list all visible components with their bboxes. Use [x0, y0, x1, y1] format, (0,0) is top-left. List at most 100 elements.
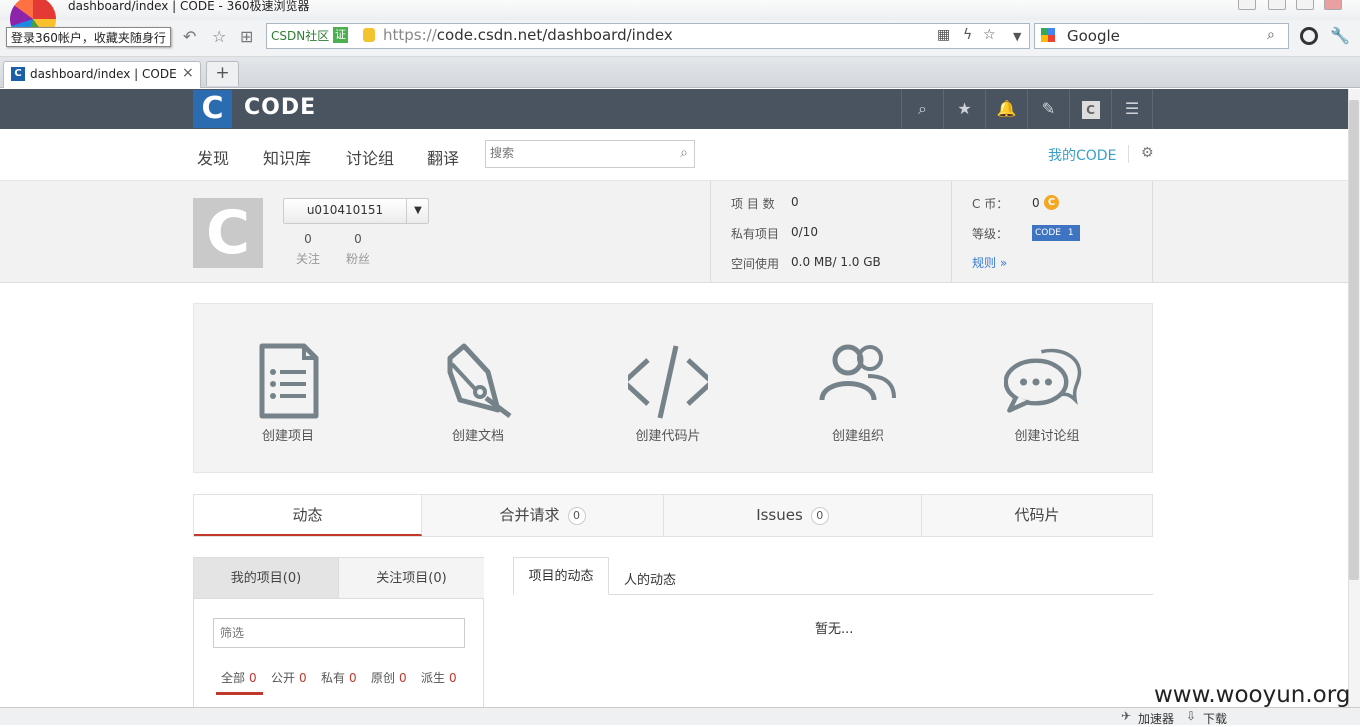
address-dropdown-icon[interactable]: ▼ [1013, 30, 1021, 43]
tab-merge-requests-label: 合并请求 [499, 506, 560, 524]
create-document-label[interactable]: 创建文档 [408, 425, 548, 444]
search-icon[interactable]: ⌕ [1267, 27, 1275, 43]
certificate-icon[interactable]: 证 [333, 27, 348, 43]
tab-merge-requests[interactable]: 合并请求 0 [422, 495, 664, 536]
space-usage-value: 0.0 MB/ 1.0 GB [791, 255, 881, 269]
address-bar[interactable]: CSDN社区 证 https://code.csdn.net/dashboard… [266, 23, 1030, 49]
wrench-menu-icon[interactable]: 🔧 [1330, 26, 1350, 45]
user-account-icon[interactable] [1300, 27, 1318, 45]
follow-label[interactable]: 关注 [288, 250, 328, 267]
search-icon[interactable]: ⌕ [680, 145, 688, 161]
tab-issues[interactable]: Issues 0 [664, 495, 922, 536]
create-organization-label[interactable]: 创建组织 [788, 425, 928, 444]
group-users-icon[interactable] [818, 342, 898, 422]
tab-issues-label: Issues [756, 506, 803, 524]
tab-snippets-label: 代码片 [1014, 506, 1060, 524]
url-scheme: https:// [383, 26, 437, 44]
nav-discover[interactable]: 发现 [197, 145, 229, 169]
level-label: 等级： [972, 227, 1009, 241]
space-usage-label: 空间使用 [731, 257, 780, 271]
user-avatar-icon[interactable]: C [1069, 89, 1111, 129]
fans-label[interactable]: 粉丝 [338, 250, 378, 267]
favorite-star-icon[interactable]: ☆ [212, 27, 226, 46]
browser-search-box[interactable]: Google ⌕ [1034, 23, 1289, 49]
nav-discussions[interactable]: 讨论组 [346, 145, 394, 169]
tab-project-activity[interactable]: 项目的动态 [513, 557, 609, 595]
url-text[interactable]: https://code.csdn.net/dashboard/index [383, 26, 673, 44]
project-count-label: 项 目 数 [731, 197, 775, 211]
url-path: code.csdn.net/dashboard/index [436, 26, 673, 44]
qr-code-icon[interactable]: ▦ [937, 27, 950, 43]
coin-label: C 币： [972, 197, 1009, 211]
filter-original[interactable]: 原创 0 [371, 669, 407, 686]
maximize-button[interactable] [1296, 0, 1314, 10]
filter-public-count: 0 [299, 671, 307, 685]
filter-public[interactable]: 公开 0 [271, 669, 307, 686]
filter-private[interactable]: 私有 0 [321, 669, 357, 686]
avatar[interactable]: C [193, 198, 263, 268]
tab-close-icon[interactable]: × [182, 65, 194, 81]
restore-icon[interactable] [1238, 0, 1256, 10]
tab-activity[interactable]: 动态 [194, 495, 422, 536]
new-tab-button[interactable]: + [206, 61, 239, 86]
profile-divider [1152, 181, 1153, 283]
nav-knowledge[interactable]: 知识库 [263, 145, 311, 169]
tab-people-activity[interactable]: 人的动态 [624, 569, 676, 588]
site-name[interactable]: CODE [244, 95, 316, 120]
nav-translate[interactable]: 翻译 [427, 145, 459, 169]
dashboard-tabs: 动态 合并请求 0 Issues 0 代码片 [193, 494, 1153, 537]
account-tooltip: 登录360帐户，收藏夹随身行 [6, 27, 171, 47]
filter-forked[interactable]: 派生 0 [421, 669, 457, 686]
username: u010410151 [306, 203, 384, 217]
site-name-badge[interactable]: CSDN社区 [271, 27, 329, 44]
site-search: ⌕ [485, 140, 695, 168]
menu-icon[interactable]: ☰ [1111, 89, 1153, 129]
code-icon[interactable] [628, 342, 708, 422]
accelerator-button[interactable]: 加速器 [1138, 710, 1174, 727]
tab-title: dashboard/index | CODE [30, 67, 177, 81]
tab-watched-projects[interactable]: 关注项目(0) [339, 558, 484, 599]
filter-original-label: 原创 [371, 671, 396, 685]
level-badge: CODE 1 [1032, 225, 1080, 241]
download-button[interactable]: 下载 [1203, 710, 1227, 727]
edit-icon[interactable]: ✎ [1027, 89, 1069, 129]
apps-grid-icon[interactable]: ⊞ [240, 27, 253, 46]
close-window-button[interactable] [1324, 0, 1342, 10]
scrollbar-thumb[interactable] [1349, 100, 1359, 580]
browser-tab[interactable]: C dashboard/index | CODE × [3, 61, 201, 88]
accelerator-icon[interactable]: ✈ [1121, 709, 1131, 723]
download-icon[interactable]: ⇩ [1186, 709, 1196, 723]
filter-all[interactable]: 全部 0 [221, 669, 257, 686]
create-discussion-label[interactable]: 创建讨论组 [977, 425, 1117, 444]
undo-close-icon[interactable]: ↶ [183, 27, 196, 46]
filter-all-count: 0 [249, 671, 257, 685]
tab-snippets[interactable]: 代码片 [922, 495, 1152, 536]
star-icon[interactable]: ★ [943, 89, 985, 129]
chat-bubbles-icon[interactable] [1004, 342, 1084, 422]
create-snippet-label[interactable]: 创建代码片 [598, 425, 738, 444]
lightning-icon[interactable]: ϟ [963, 27, 972, 43]
bookmark-star-icon[interactable]: ☆ [983, 27, 996, 43]
pen-nib-icon[interactable] [438, 342, 518, 422]
rules-link[interactable]: 规则 » [972, 254, 1007, 271]
project-filter-input[interactable] [213, 618, 465, 648]
filter-active-underline [216, 692, 263, 695]
my-code-link[interactable]: 我的CODE [1048, 145, 1116, 165]
bell-icon[interactable]: 🔔 [985, 89, 1027, 129]
site-search-input[interactable] [490, 146, 670, 160]
filter-forked-count: 0 [449, 671, 457, 685]
coin-icon: C [1044, 195, 1059, 210]
activity-tab-divider [609, 594, 1153, 595]
site-logo[interactable]: C [193, 90, 232, 128]
google-logo-icon[interactable] [1041, 28, 1055, 42]
gear-icon[interactable]: ⚙ [1141, 145, 1154, 161]
create-project-label[interactable]: 创建项目 [218, 425, 358, 444]
username-button[interactable]: u010410151 ▼ [283, 198, 429, 224]
caret-down-icon[interactable]: ▼ [406, 199, 429, 223]
search-icon[interactable]: ⌕ [901, 89, 943, 129]
level-badge-text: CODE [1035, 228, 1061, 238]
follow-count: 0 [304, 232, 312, 246]
minimize-button[interactable] [1268, 0, 1286, 10]
document-list-icon[interactable] [248, 342, 328, 422]
tab-my-projects[interactable]: 我的项目(0) [194, 558, 339, 599]
